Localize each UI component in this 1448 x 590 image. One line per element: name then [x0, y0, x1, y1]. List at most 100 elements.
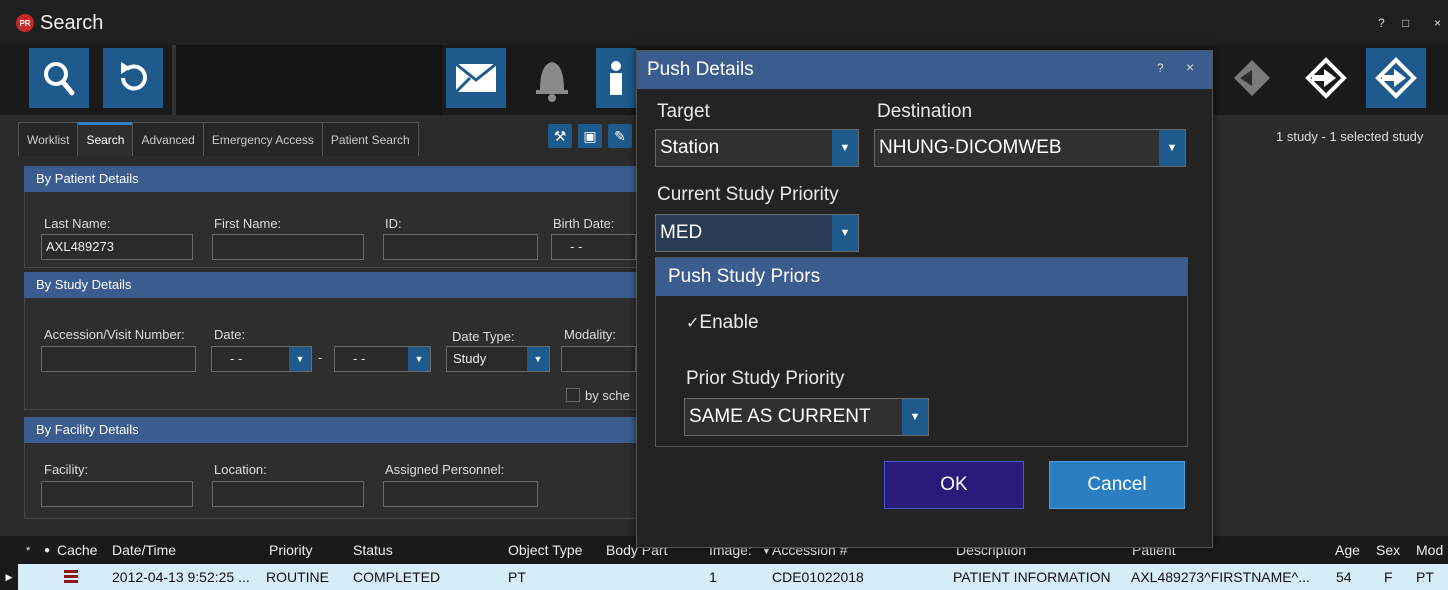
search-tools: ⚒ ▣ ✎ — [548, 124, 632, 148]
cached-stack-icon — [64, 570, 78, 584]
grid-col-star[interactable]: * — [26, 545, 30, 557]
priors-header: Push Study Priors — [656, 258, 1187, 296]
patient-section-header[interactable]: By Patient Details — [24, 166, 639, 192]
current-priority-select[interactable]: MED ▼ — [655, 214, 859, 252]
toolbar-panel — [172, 45, 442, 115]
help-button[interactable]: ? — [1378, 16, 1385, 30]
study-section-header[interactable]: By Study Details — [24, 272, 639, 298]
destination-value: NHUNG-DICOMWEB — [879, 137, 1062, 158]
first-name-input[interactable] — [212, 234, 364, 260]
database-icon: ● — [44, 545, 51, 556]
prior-priority-label: Prior Study Priority — [686, 368, 845, 389]
title-bar: PR Search ? □ × — [0, 0, 1448, 45]
by-scheduled-label: by sche — [585, 388, 630, 403]
tab-bar: Worklist Search Advanced Emergency Acces… — [18, 122, 419, 156]
close-button[interactable]: × — [1434, 16, 1441, 30]
date-type-select[interactable]: Study ▼ — [446, 346, 550, 372]
date-to-select[interactable]: - - ▼ — [334, 346, 431, 372]
chevron-down-icon[interactable]: ▼ — [832, 215, 858, 251]
chevron-down-icon[interactable]: ▼ — [408, 347, 430, 371]
bell-icon — [536, 62, 568, 102]
mail-button[interactable] — [446, 48, 506, 108]
ok-button[interactable]: OK — [884, 461, 1024, 509]
person-button[interactable] — [596, 48, 636, 108]
push-icon — [1305, 57, 1347, 99]
study-count-status: 1 study - 1 selected study — [1276, 129, 1424, 144]
search-icon — [44, 62, 75, 96]
tab-search[interactable]: Search — [77, 122, 134, 156]
push-priors-panel: Push Study Priors ✓Enable Prior Study Pr… — [655, 257, 1188, 447]
tab-emergency-access[interactable]: Emergency Access — [202, 122, 323, 156]
person-icon — [610, 61, 622, 95]
dialog-close-button[interactable]: × — [1186, 59, 1194, 75]
dialog-title: Push Details — [637, 51, 1212, 89]
destination-label: Destination — [877, 101, 973, 122]
prev-button[interactable] — [1222, 48, 1282, 108]
cell-patient: AXL489273^FIRSTNAME^... — [1131, 569, 1310, 585]
grid-col-object-type[interactable]: Object Type — [508, 542, 582, 558]
window-title: Search — [40, 12, 104, 34]
date-from-value: - - — [230, 351, 243, 366]
chevron-down-icon[interactable]: ▼ — [289, 347, 311, 371]
tab-worklist[interactable]: Worklist — [18, 122, 79, 156]
save-icon[interactable]: ▣ — [578, 124, 602, 148]
grid-col-modality[interactable]: Mod — [1416, 542, 1443, 558]
modality-label: Modality: — [564, 327, 617, 342]
push-button[interactable] — [1296, 48, 1356, 108]
grid-col-cache[interactable]: Cache — [57, 542, 97, 558]
enable-label: Enable — [699, 312, 759, 333]
tab-advanced[interactable]: Advanced — [132, 122, 204, 156]
notifications-button[interactable] — [522, 48, 582, 108]
wrench-icon[interactable]: ⚒ — [548, 124, 572, 148]
facility-input[interactable] — [41, 481, 193, 507]
dialog-help-button[interactable]: ? — [1157, 61, 1164, 75]
date-from-select[interactable]: - - ▼ — [211, 346, 312, 372]
facility-label: Facility: — [44, 462, 89, 477]
facility-section-header[interactable]: By Facility Details — [24, 417, 639, 443]
maximize-button[interactable]: □ — [1402, 16, 1409, 30]
birth-date-input[interactable]: - - — [551, 234, 636, 260]
push-details-dialog: Push Details ? × Target Station ▼ Destin… — [636, 50, 1213, 548]
push-active-button[interactable] — [1366, 48, 1426, 108]
grid-col-datetime[interactable]: Date/Time — [112, 542, 176, 558]
target-value: Station — [660, 137, 720, 158]
grid-col-priority[interactable]: Priority — [269, 542, 313, 558]
enable-checkbox[interactable]: ✓Enable — [686, 312, 759, 334]
chevron-down-icon[interactable]: ▼ — [527, 347, 549, 371]
cell-datetime: 2012-04-13 9:52:25 ... — [112, 569, 250, 585]
diamond-left-icon — [1234, 60, 1270, 96]
grid-col-sex[interactable]: Sex — [1376, 542, 1400, 558]
reset-button[interactable] — [103, 48, 163, 108]
date-range-separator: - — [318, 350, 323, 365]
chevron-down-icon[interactable]: ▼ — [1159, 130, 1185, 166]
push-active-icon — [1375, 57, 1417, 99]
cancel-button[interactable]: Cancel — [1049, 461, 1185, 509]
search-button[interactable] — [29, 48, 89, 108]
chevron-down-icon[interactable]: ▼ — [902, 399, 928, 435]
last-name-input[interactable]: AXL489273 — [41, 234, 193, 260]
date-label: Date: — [214, 327, 246, 342]
accession-label: Accession/Visit Number: — [44, 327, 185, 342]
tab-patient-search[interactable]: Patient Search — [321, 122, 419, 156]
chevron-down-icon[interactable]: ▼ — [832, 130, 858, 166]
grid-col-age[interactable]: Age — [1335, 542, 1360, 558]
cell-sex: F — [1384, 569, 1393, 585]
assigned-personnel-input[interactable] — [383, 481, 538, 507]
assigned-personnel-label: Assigned Personnel: — [385, 462, 505, 477]
id-input[interactable] — [383, 234, 538, 260]
check-icon: ✓ — [686, 315, 700, 332]
current-priority-value: MED — [660, 222, 703, 243]
cell-age: 54 — [1336, 569, 1352, 585]
location-input[interactable] — [212, 481, 364, 507]
cell-priority: ROUTINE — [266, 569, 329, 585]
by-scheduled-checkbox[interactable] — [566, 388, 580, 402]
cell-accession: CDE01022018 — [772, 569, 864, 585]
grid-col-status[interactable]: Status — [353, 542, 393, 558]
accession-input[interactable] — [41, 346, 196, 372]
destination-select[interactable]: NHUNG-DICOMWEB ▼ — [874, 129, 1186, 167]
date-to-value: - - — [353, 351, 366, 366]
modality-input[interactable] — [561, 346, 636, 372]
edit-icon[interactable]: ✎ — [608, 124, 632, 148]
target-select[interactable]: Station ▼ — [655, 129, 859, 167]
prior-priority-select[interactable]: SAME AS CURRENT ▼ — [684, 398, 929, 436]
